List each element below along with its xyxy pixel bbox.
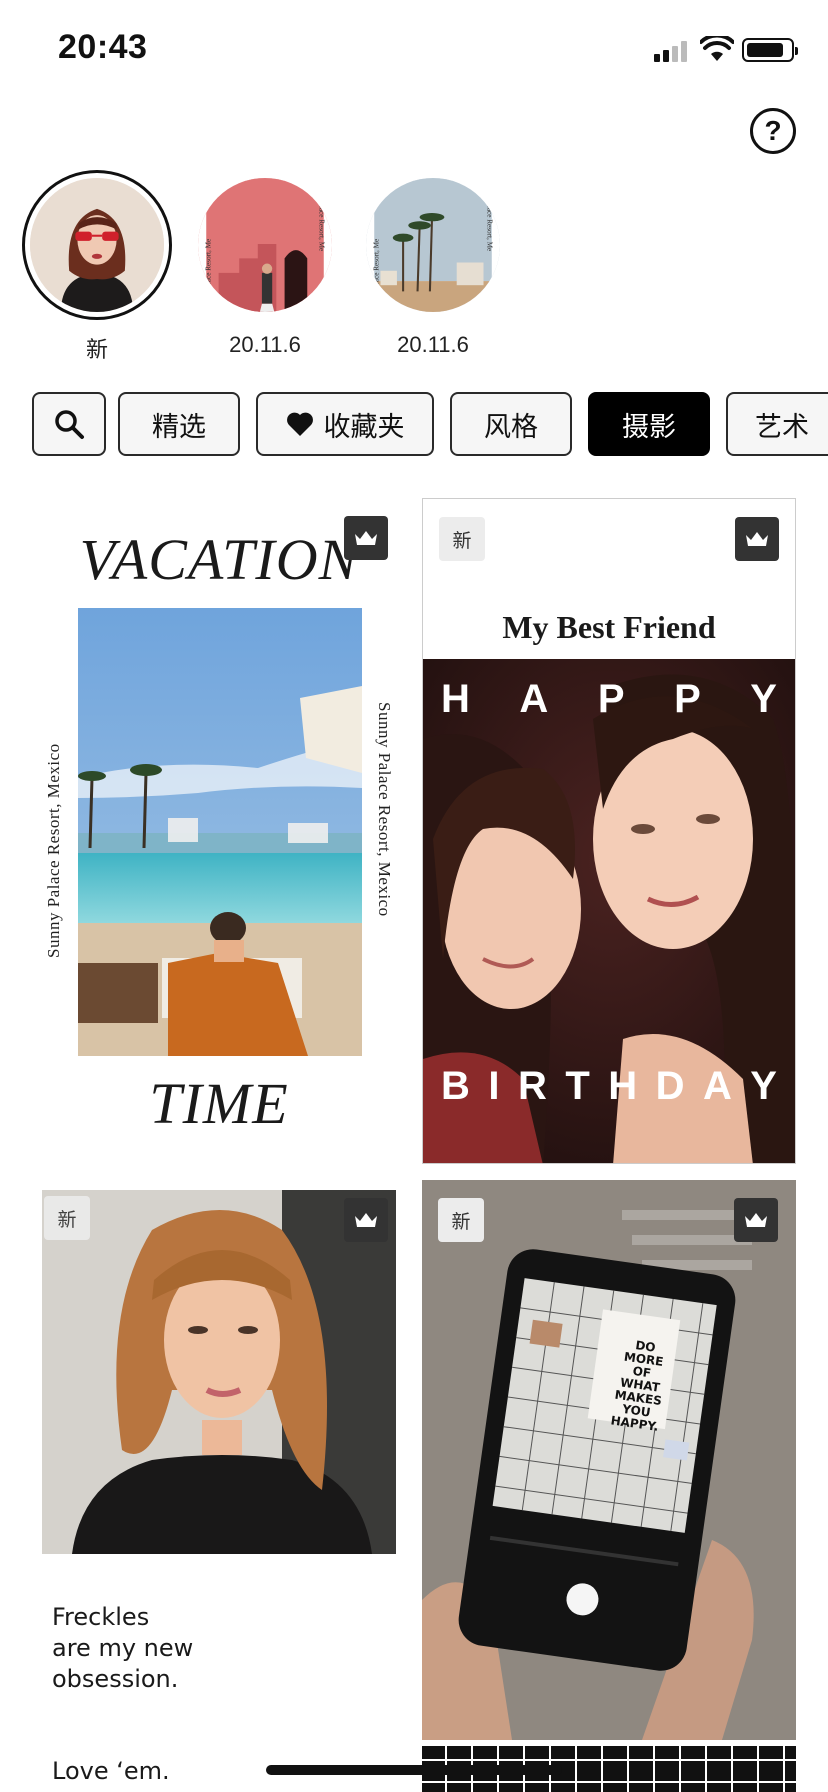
status-time: 20:43: [58, 28, 148, 66]
vacation-side-text-left: Sunny Palace Resort, Mexico: [44, 743, 63, 958]
chip-label: 精选: [152, 411, 206, 442]
chip-label: 摄影: [622, 411, 676, 442]
home-indicator[interactable]: [266, 1765, 562, 1775]
premium-crown-icon: [735, 517, 779, 561]
search-icon: [55, 410, 84, 439]
chip-style[interactable]: 风格: [450, 392, 572, 456]
phone-in-hand-photo: [422, 1180, 796, 1740]
chip-label: 收藏夹: [323, 411, 405, 442]
new-badge: 新: [44, 1196, 90, 1240]
story-label: 20.11.6: [229, 332, 301, 357]
beach-palms-image: Palace Resort, Me Palace Resort, Me: [366, 178, 500, 312]
chip-label: 艺术: [755, 411, 809, 442]
letter: R: [517, 1064, 547, 1108]
freckles-portrait-photo: [42, 1190, 396, 1554]
letter: P: [597, 677, 625, 721]
letter: T: [565, 1064, 590, 1108]
story-avatar[interactable]: [22, 170, 172, 320]
svg-text:Palace Resort, Me: Palace Resort, Me: [318, 199, 326, 252]
chip-photography[interactable]: 摄影: [588, 392, 710, 456]
story-avatar[interactable]: Palace Resort, Me Palace Resort, Me: [358, 170, 508, 320]
letter: Y: [750, 1064, 777, 1108]
svg-text:Palace Resort, Me: Palace Resort, Me: [204, 239, 212, 292]
status-bar: 20:43: [0, 0, 828, 100]
svg-text:Palace Resort, Me: Palace Resort, Me: [486, 199, 494, 252]
letter: I: [488, 1064, 500, 1108]
happy-text: H A P P Y: [441, 677, 777, 722]
story-item[interactable]: Palace Resort, Me Palace Resort, Me 20.1…: [190, 170, 340, 358]
heart-icon: [286, 412, 313, 436]
freckles-footer: Love ‘em.: [52, 1757, 170, 1785]
caption-line: obsession.: [52, 1665, 179, 1693]
story-avatar[interactable]: Palace Resort, Me Palace Resort, Me: [190, 170, 340, 320]
wifi-icon: [700, 36, 734, 61]
chip-favorites[interactable]: 收藏夹: [256, 392, 434, 456]
birthday-heading: My Best Friend: [502, 609, 716, 645]
filter-chips: 精选 收藏夹 风格 摄影 艺术: [32, 392, 828, 456]
letter: H: [441, 677, 470, 721]
letter: H: [608, 1064, 638, 1108]
cellular-signal-icon: [654, 40, 688, 62]
freckles-caption: Freckles are my new obsession.: [52, 1602, 193, 1695]
caption-line: Freckles: [52, 1603, 150, 1631]
story-item[interactable]: 新: [22, 170, 172, 364]
template-card-freckles[interactable]: 新 Freckles are my new obsession. Love ‘e…: [32, 1180, 406, 1792]
template-card-phone[interactable]: DO MORE OF WHAT MAKES YOU HAPPY. 新: [422, 1180, 796, 1740]
story-label: 新: [85, 337, 108, 362]
help-button[interactable]: ?: [750, 108, 796, 154]
chip-label: 风格: [484, 411, 538, 442]
letter: P: [674, 677, 701, 721]
chip-featured[interactable]: 精选: [118, 392, 240, 456]
story-item[interactable]: Palace Resort, Me Palace Resort, Me 20.1…: [358, 170, 508, 358]
letter: A: [702, 1064, 732, 1108]
stories-row: 新 Palace Resort, Me Palace Resort, Me 20…: [22, 170, 802, 370]
vacation-subtitle: TIME: [149, 1071, 289, 1136]
story-label: 20.11.6: [397, 332, 469, 357]
premium-crown-icon: [344, 516, 388, 560]
letter: Y: [750, 677, 777, 721]
letter: A: [519, 677, 549, 721]
new-badge: 新: [438, 1198, 484, 1242]
premium-crown-icon: [734, 1198, 778, 1242]
search-button[interactable]: [32, 392, 106, 456]
vacation-side-text-right: Sunny Palace Resort, Mexico: [375, 702, 394, 917]
svg-text:Palace Resort, Me: Palace Resort, Me: [372, 239, 380, 292]
resort-pool-photo: [78, 608, 362, 1056]
chip-art[interactable]: 艺术: [726, 392, 828, 456]
caption-line: are my new: [52, 1634, 194, 1662]
template-card-vacation[interactable]: VACATION Sunny Palace Resort, Mexico Sun…: [32, 498, 406, 1182]
letter: B: [441, 1064, 470, 1108]
premium-crown-icon: [344, 1198, 388, 1242]
template-card-birthday[interactable]: 新 My Best Friend H A P P Y B I R T H D A…: [422, 498, 796, 1164]
phone-note: DO MORE OF WHAT MAKES YOU HAPPY.: [594, 1335, 686, 1436]
birthday-text: B I R T H D A Y: [441, 1064, 777, 1109]
woman-portrait-image: [30, 178, 164, 312]
pink-architecture-image: Palace Resort, Me Palace Resort, Me: [198, 178, 332, 312]
new-badge: 新: [439, 517, 485, 561]
battery-icon: [742, 38, 798, 62]
letter: D: [655, 1064, 685, 1108]
